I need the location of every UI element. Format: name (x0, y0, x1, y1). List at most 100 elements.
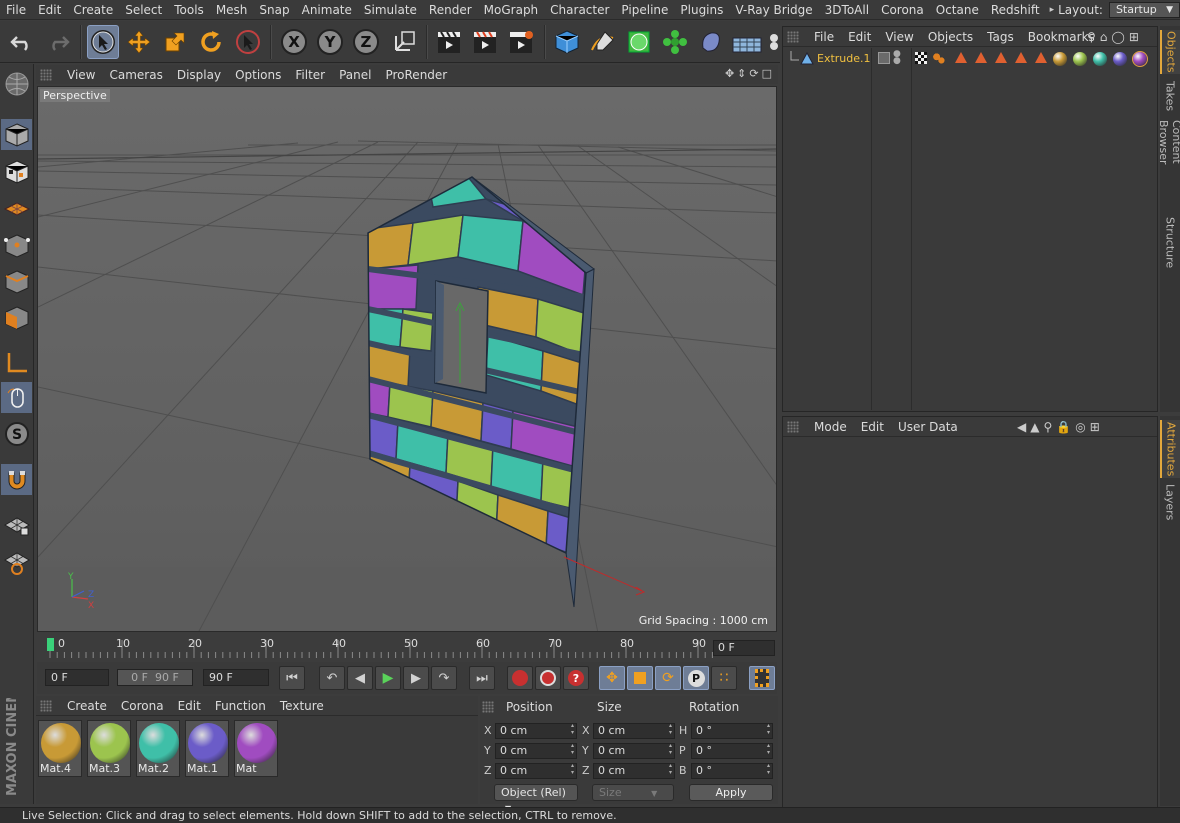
menu-redshift[interactable]: Redshift (985, 0, 1046, 20)
next-key-button[interactable]: ↷ (431, 666, 457, 690)
size-mode-dropdown[interactable]: Size ▼ (592, 784, 674, 801)
current-frame-field[interactable]: 0 F (713, 640, 775, 656)
tab-structure[interactable]: Structure (1160, 214, 1180, 272)
edges-mode-button[interactable] (1, 266, 32, 297)
size-y-field[interactable]: 0 cm (593, 742, 675, 759)
new-window-icon[interactable]: ⊞ (1129, 30, 1139, 44)
record-rotation-button[interactable]: ⟳ (655, 666, 681, 690)
menu-character[interactable]: Character (544, 0, 615, 20)
tweak-mode-button[interactable] (1, 382, 32, 413)
object-menu-tags[interactable]: Tags (980, 30, 1021, 44)
grip-icon[interactable] (40, 68, 52, 81)
attribute-menu-mode[interactable]: Mode (807, 420, 854, 434)
model-mode-button[interactable] (1, 119, 32, 150)
new-window-icon[interactable]: ⊞ (1090, 420, 1100, 434)
tab-takes[interactable]: Takes (1160, 78, 1180, 114)
layer-toggle-icon[interactable] (878, 52, 890, 64)
material-menu-create[interactable]: Create (60, 699, 114, 713)
tab-attributes[interactable]: Attributes (1160, 420, 1180, 478)
material-menu-function[interactable]: Function (208, 699, 273, 713)
search-icon[interactable]: ⚲ (1087, 30, 1096, 44)
render-to-picture-viewer-button[interactable] (469, 25, 501, 59)
viewport-menu-cameras[interactable]: Cameras (102, 68, 169, 82)
viewport-menu-panel[interactable]: Panel (332, 68, 378, 82)
timeline-ruler[interactable]: 0 10 20 30 40 50 60 70 80 90 0 F (37, 636, 777, 660)
menu-select[interactable]: Select (119, 0, 168, 20)
points-mode-button[interactable] (1, 230, 32, 261)
viewport-menu-view[interactable]: View (60, 68, 102, 82)
grip-icon[interactable] (787, 30, 799, 43)
enable-snap-button[interactable] (1, 464, 32, 495)
target-icon[interactable]: ◎ (1075, 420, 1085, 434)
start-frame-field[interactable]: 0 F (45, 669, 109, 686)
coordinate-system-button[interactable] (388, 25, 420, 59)
position-x-field[interactable]: 0 cm (495, 722, 577, 739)
viewport-menu-prorender[interactable]: ProRender (378, 68, 454, 82)
rotate-tool-button[interactable] (195, 25, 227, 59)
playhead[interactable] (47, 638, 54, 651)
rotation-p-field[interactable]: 0 ° (691, 742, 773, 759)
menu-corona[interactable]: Corona (875, 0, 930, 20)
material-menu-texture[interactable]: Texture (273, 699, 331, 713)
link-icon[interactable]: ◯ (1111, 30, 1124, 44)
go-to-start-button[interactable]: ⏮ (279, 666, 305, 690)
viewport-menu-options[interactable]: Options (228, 68, 288, 82)
keyframe-selection-button[interactable]: ? (563, 666, 589, 690)
selection-tag-icon[interactable] (1035, 52, 1047, 63)
lock-icon[interactable]: 🔒 (1056, 420, 1071, 434)
up-arrow-icon[interactable]: ▲ (1030, 420, 1039, 434)
viewport-camera-label[interactable]: Perspective (40, 89, 110, 102)
go-to-end-button[interactable]: ⏭ (469, 666, 495, 690)
search-icon[interactable]: ⚲ (1043, 420, 1052, 434)
home-icon[interactable]: ⌂ (1100, 30, 1108, 44)
y-axis-lock-button[interactable]: Y (314, 25, 346, 59)
material-tag-icon[interactable] (1132, 51, 1148, 67)
add-camera-button[interactable] (766, 25, 778, 59)
polygons-mode-button[interactable] (1, 302, 32, 333)
menu-vray-bridge[interactable]: V-Ray Bridge (729, 0, 818, 20)
record-position-button[interactable]: ✥ (599, 666, 625, 690)
rotation-b-field[interactable]: 0 ° (691, 762, 773, 779)
record-keys-button[interactable] (507, 666, 533, 690)
menu-file[interactable]: File (0, 0, 32, 20)
material-tag-icon[interactable] (1073, 52, 1087, 66)
record-point-level-button[interactable]: ∷ (711, 666, 737, 690)
snap-solo-button[interactable]: S (1, 418, 32, 449)
menu-snap[interactable]: Snap (253, 0, 295, 20)
selection-tag-icon[interactable] (975, 52, 987, 63)
live-selection-button[interactable] (87, 25, 119, 59)
visibility-dots-icon[interactable]: ● ● (893, 50, 901, 66)
add-spline-button[interactable] (587, 25, 619, 59)
texture-mode-button[interactable] (1, 156, 32, 187)
move-tool-button[interactable] (123, 25, 155, 59)
object-menu-view[interactable]: View (878, 30, 920, 44)
texture-tag-icon[interactable] (915, 52, 927, 64)
object-menu-file[interactable]: File (807, 30, 841, 44)
menu-edit[interactable]: Edit (32, 0, 67, 20)
x-axis-lock-button[interactable]: X (278, 25, 310, 59)
next-frame-button[interactable]: ▶ (403, 666, 429, 690)
tab-layers[interactable]: Layers (1160, 482, 1180, 522)
size-x-field[interactable]: 0 cm (593, 722, 675, 739)
grip-icon[interactable] (40, 699, 52, 712)
layout-select[interactable]: Startup ▼ (1108, 1, 1180, 18)
object-menu-objects[interactable]: Objects (921, 30, 980, 44)
material-swatch[interactable]: Mat.4 (38, 720, 82, 777)
selection-tag-icon[interactable] (955, 52, 967, 63)
tab-content-browser[interactable]: Content Browser (1157, 120, 1180, 206)
menu-plugins[interactable]: Plugins (674, 0, 729, 20)
menu-simulate[interactable]: Simulate (358, 0, 423, 20)
grip-icon[interactable] (482, 701, 494, 713)
material-tag-icon[interactable] (1093, 52, 1107, 66)
material-menu-edit[interactable]: Edit (171, 699, 208, 713)
perspective-viewport[interactable]: Y Z X Perspective Grid Spacing : 1000 cm (37, 86, 777, 632)
material-swatch[interactable]: Mat.3 (87, 720, 131, 777)
record-parameter-button[interactable]: P (683, 666, 709, 690)
z-axis-lock-button[interactable]: Z (350, 25, 382, 59)
back-arrow-icon[interactable]: ◀ (1017, 420, 1026, 434)
size-z-field[interactable]: 0 cm (593, 762, 675, 779)
menu-mesh[interactable]: Mesh (210, 0, 254, 20)
object-row[interactable]: Extrude.1 ● ● (783, 50, 1157, 68)
material-swatch[interactable]: Mat (234, 720, 278, 777)
zoom-icon[interactable]: ⇕ (737, 67, 746, 80)
